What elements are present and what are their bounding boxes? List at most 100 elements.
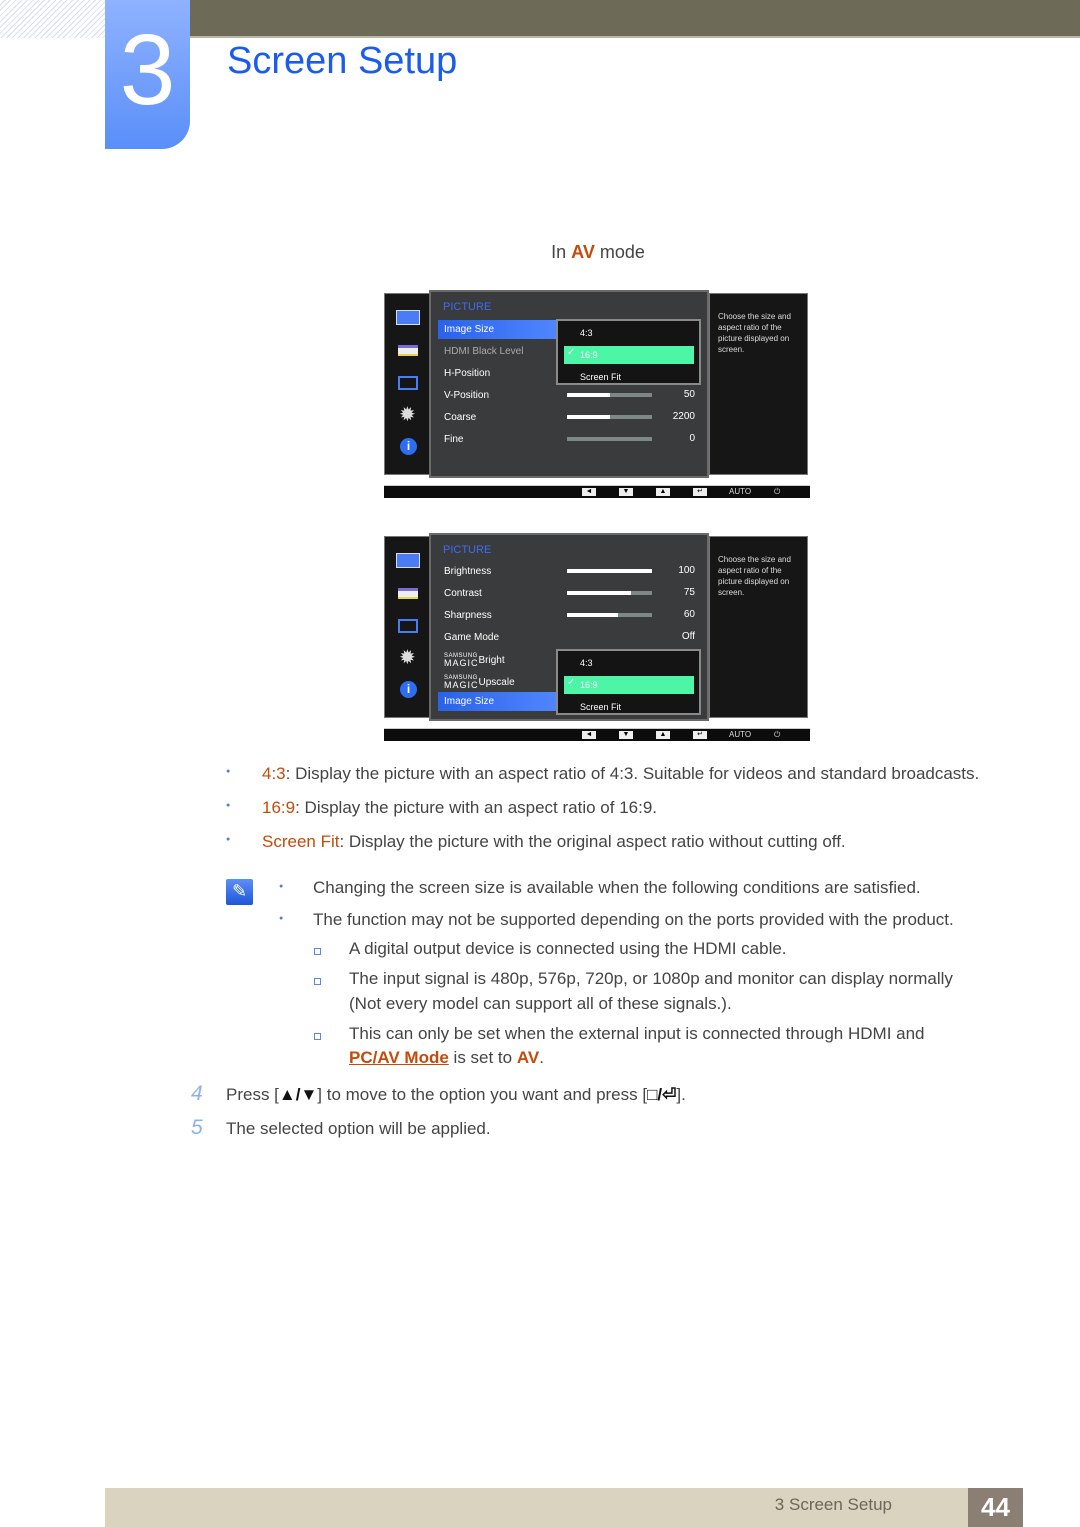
osd-button[interactable]: ◄: [582, 731, 596, 739]
osd-button[interactable]: AUTO: [729, 730, 751, 739]
menu-header: PICTURE: [443, 544, 492, 556]
info-icon[interactable]: i: [395, 437, 421, 457]
osd-button[interactable]: ↵: [693, 488, 707, 496]
note-sub-item: (Not every model can support all of thes…: [349, 994, 732, 1013]
osd-panel-1: ✹ i PICTURE Image Size HDMI Black Level H-Pos…: [384, 290, 810, 500]
text: ].: [676, 1085, 686, 1104]
menu-item-label: HDMI Black Level: [444, 346, 524, 357]
gear-icon[interactable]: ✹: [395, 648, 421, 668]
text: The selected option will be applied.: [226, 1119, 491, 1138]
menu-item[interactable]: Contrast: [438, 584, 556, 603]
bullet-icon: ●: [226, 802, 231, 809]
osd-button[interactable]: ◄: [582, 488, 596, 496]
menu-item-value: 75: [683, 587, 695, 598]
bullet-icon: ●: [279, 883, 284, 890]
osd-button[interactable]: ▲: [656, 488, 670, 496]
menu-item-value: 2200: [672, 411, 695, 422]
av-value: AV: [516, 1048, 540, 1067]
menu-item-label: Contrast: [444, 588, 482, 599]
page-title: Screen Setup: [227, 40, 458, 82]
picture-icon[interactable]: [395, 309, 421, 329]
menu-item[interactable]: Image Size: [438, 692, 556, 711]
picture-icon[interactable]: [395, 552, 421, 572]
caption-suffix: mode: [594, 242, 645, 262]
menu-item[interactable]: SAMSUNG MAGIC Upscale: [438, 672, 556, 691]
menu-item[interactable]: HDMI Black Level: [438, 342, 556, 361]
popup-option[interactable]: ✓ 16:9: [564, 676, 694, 694]
magic-text: MAGIC: [444, 658, 479, 668]
text: Press [: [226, 1085, 279, 1104]
bullet-icon: ●: [226, 836, 231, 843]
info-icon[interactable]: i: [395, 680, 421, 700]
note-sub-item: A digital output device is connected usi…: [349, 939, 787, 958]
popup-option[interactable]: Screen Fit: [564, 368, 694, 386]
osd-button[interactable]: ▼: [619, 731, 633, 739]
icon-column: ✹ i: [384, 293, 430, 475]
osd-button[interactable]: ⏻: [774, 730, 780, 740]
osd-button[interactable]: ▼: [619, 488, 633, 496]
button-bar: ◄ ▼ ▲ ↵ AUTO ⏻: [384, 485, 810, 498]
text: is set to: [448, 1048, 517, 1067]
menu-item[interactable]: Brightness: [438, 562, 556, 581]
osd-button[interactable]: ↵: [693, 731, 707, 739]
menu-item-label: H-Position: [444, 368, 491, 379]
note-sub-item: This can only be set when the external i…: [349, 1024, 925, 1043]
menu-item-label: Sharpness: [444, 610, 492, 621]
menu-item-label: Upscale: [478, 677, 515, 688]
image-size-popup: 4:3 ✓ 16:9 Screen Fit: [556, 319, 701, 385]
bullet-icon: ●: [279, 915, 284, 922]
popup-option[interactable]: ✓ 16:9: [564, 346, 694, 364]
step-number: 4: [191, 1082, 203, 1105]
option-description: 4:3: Display the picture with an aspect …: [262, 764, 979, 784]
page-number: 44: [968, 1488, 1023, 1527]
magic-text: MAGIC: [444, 680, 479, 690]
menu-main: PICTURE Image Size HDMI Black Level H-Posit…: [429, 290, 709, 478]
menu-item[interactable]: Sharpness: [438, 606, 556, 625]
menu-item[interactable]: H-Position: [438, 364, 556, 383]
menu-item[interactable]: SAMSUNG MAGIC Bright: [438, 650, 556, 669]
pc-av-mode-link[interactable]: PC/AV Mode: [349, 1048, 449, 1067]
osd-button[interactable]: ⏻: [774, 487, 780, 497]
menu-item-label: Fine: [444, 434, 464, 445]
menu-item[interactable]: Coarse: [438, 408, 556, 427]
option-term: Screen Fit: [262, 832, 340, 851]
position-arrows-icon[interactable]: [395, 616, 421, 636]
position-arrows-icon[interactable]: [395, 373, 421, 393]
magic-brand: SAMSUNG MAGIC: [444, 653, 479, 668]
menu-item[interactable]: Image Size: [438, 320, 556, 339]
chapter-number: 3: [105, 0, 190, 149]
popup-option[interactable]: Screen Fit: [564, 698, 694, 716]
gear-icon[interactable]: ✹: [395, 405, 421, 425]
option-description: Screen Fit: Display the picture with the…: [262, 832, 846, 852]
help-text: Choose the size and aspect ratio of the …: [709, 536, 808, 718]
menu-icon[interactable]: [395, 341, 421, 361]
menu-item-label: Brightness: [444, 566, 492, 577]
option-text: : Display the picture with an aspect rat…: [285, 764, 980, 783]
footer-section: 3 Screen Setup: [774, 1495, 892, 1514]
osd-button[interactable]: ▲: [656, 731, 670, 739]
menu-item[interactable]: Fine: [438, 430, 556, 449]
osd-button[interactable]: AUTO: [729, 487, 751, 496]
help-text: Choose the size and aspect ratio of the …: [709, 293, 808, 475]
step-text: Press [▲/▼] to move to the option you wa…: [226, 1085, 686, 1105]
menu-icon[interactable]: [395, 584, 421, 604]
caption-prefix: In: [551, 242, 572, 262]
popup-option-label: 4:3: [580, 328, 593, 338]
option-term: 4:3: [262, 764, 286, 783]
slider-fill: [567, 393, 610, 397]
slider-fill: [567, 591, 631, 595]
bullet-icon: ●: [226, 768, 231, 775]
popup-option[interactable]: 4:3: [564, 324, 694, 342]
menu-item[interactable]: Game Mode: [438, 628, 556, 647]
menu-main: PICTURE Brightness 100 Contrast 75 Sharpness 6…: [429, 533, 709, 721]
menu-item[interactable]: V-Position: [438, 386, 556, 405]
menu-item-label: Game Mode: [444, 632, 500, 643]
check-icon: ✓: [567, 347, 576, 358]
osd-panel-2: ✹ i PICTURE Brightness 100 Contrast 75 Sharpnes…: [384, 533, 810, 743]
magic-brand: SAMSUNG MAGIC: [444, 675, 479, 690]
button-bar: ◄ ▼ ▲ ↵ AUTO ⏻: [384, 728, 810, 741]
popup-option-label: Screen Fit: [580, 372, 622, 382]
note-bullet: Changing the screen size is available wh…: [313, 878, 921, 897]
slider-fill: [567, 415, 610, 419]
popup-option[interactable]: 4:3: [564, 654, 694, 672]
